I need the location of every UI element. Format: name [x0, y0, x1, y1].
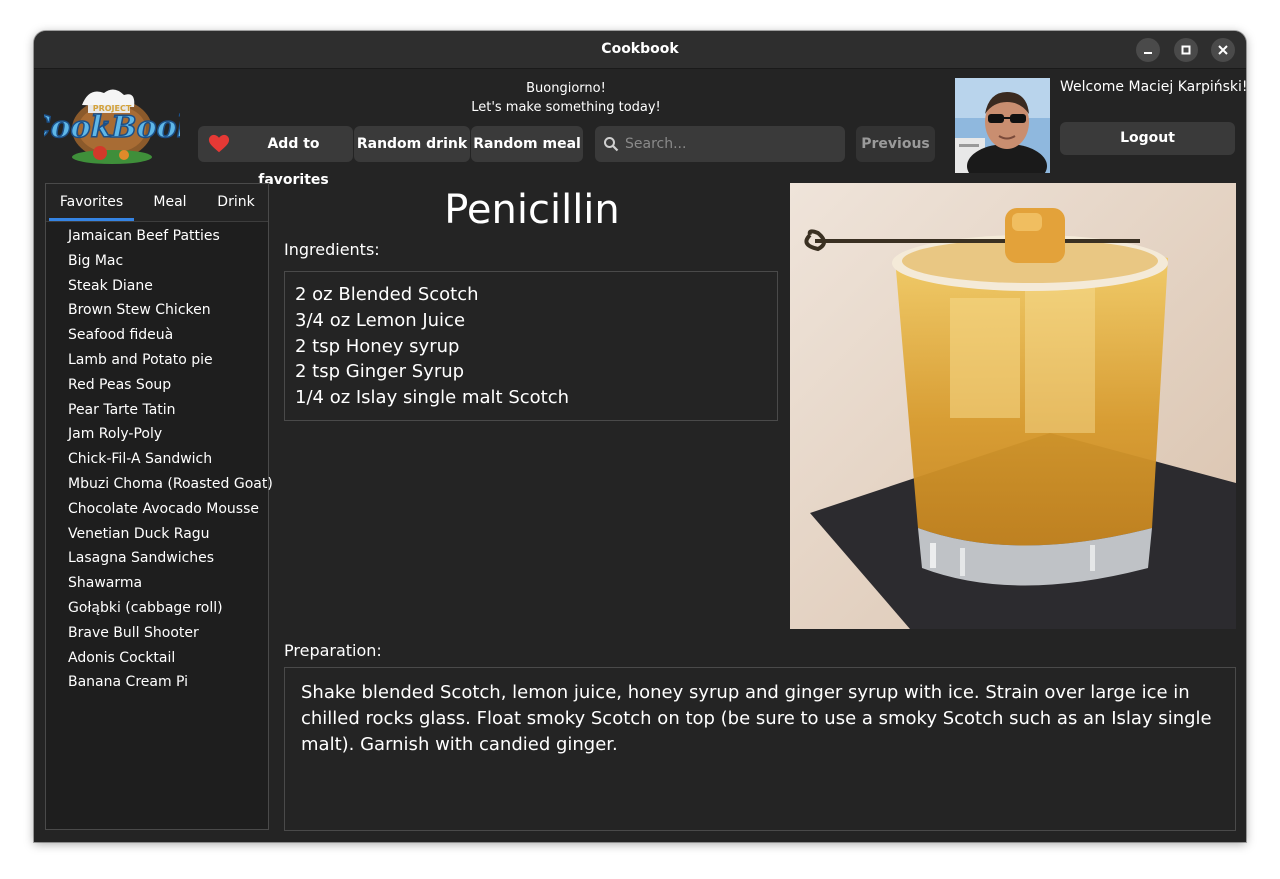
list-item[interactable]: Big Mac: [68, 249, 266, 274]
tab-favorites[interactable]: Favorites: [49, 184, 134, 221]
title-bar: Cookbook: [34, 31, 1246, 69]
greeting-text: Buongiorno!: [526, 81, 606, 96]
maximize-icon[interactable]: [1174, 38, 1198, 62]
list-item[interactable]: Chick-Fil-A Sandwich: [68, 447, 266, 472]
favorites-list: Jamaican Beef Patties Big Mac Steak Dian…: [68, 224, 273, 695]
sidebar-tabs: Favorites Meal Drink: [46, 184, 268, 222]
list-item[interactable]: Jam Roly-Poly: [68, 422, 266, 447]
add-to-favorites-button[interactable]: Add to favorites: [198, 126, 353, 188]
list-item[interactable]: Shawarma: [68, 571, 266, 596]
list-item[interactable]: Gołąbki (cabbage roll): [68, 596, 266, 621]
ingredient-line: 2 tsp Ginger Syrup: [295, 361, 465, 383]
random-drink-button[interactable]: Random drink: [354, 126, 470, 162]
ingredient-line: 2 oz Blended Scotch: [295, 284, 479, 305]
list-item[interactable]: Seafood fideuà: [68, 323, 266, 348]
sidebar: Favorites Meal Drink Jamaican Beef Patti…: [45, 183, 273, 830]
search-input[interactable]: [625, 126, 835, 162]
search-box[interactable]: [595, 126, 845, 162]
window-title: Cookbook: [601, 41, 679, 57]
subgreeting-text: Let's make something today!: [471, 100, 661, 115]
list-item[interactable]: Steak Diane: [68, 274, 266, 299]
ingredients-label: Ingredients:: [284, 240, 380, 259]
ingredients-box: 2 oz Blended Scotch 3/4 oz Lemon Juice 2…: [284, 271, 778, 421]
list-item[interactable]: Chocolate Avocado Mousse: [68, 497, 266, 522]
list-item[interactable]: Jamaican Beef Patties: [68, 224, 266, 249]
user-avatar: [955, 78, 1050, 173]
cookbook-logo: PROJECT CookBook: [34, 85, 198, 165]
list-item[interactable]: Brave Bull Shooter: [68, 621, 266, 646]
search-icon: [604, 137, 619, 152]
logo-cookbook-text: CookBook: [44, 110, 180, 145]
preparation-label: Preparation:: [284, 641, 382, 660]
list-item[interactable]: Adonis Cocktail: [68, 646, 266, 671]
previous-button[interactable]: Previous: [856, 126, 935, 162]
preparation-text: Shake blended Scotch, lemon juice, honey…: [284, 667, 1236, 831]
close-icon[interactable]: [1211, 38, 1235, 62]
welcome-text: Welcome Maciej Karpiński!: [1060, 79, 1246, 95]
list-item[interactable]: Lasagna Sandwiches: [68, 546, 266, 571]
minimize-icon[interactable]: [1136, 38, 1160, 62]
heart-icon: [208, 134, 230, 153]
list-item[interactable]: Brown Stew Chicken: [68, 298, 266, 323]
drink-title: Penicillin: [444, 187, 620, 233]
tab-drink[interactable]: Drink: [209, 184, 263, 221]
list-item[interactable]: Lamb and Potato pie: [68, 348, 266, 373]
ingredient-line: 3/4 oz Lemon Juice: [295, 309, 466, 331]
list-item[interactable]: Red Peas Soup: [68, 373, 266, 398]
list-item[interactable]: Venetian Duck Ragu: [68, 522, 266, 547]
app-window: Cookbook PROJECT CookBook Buongiorno! Le…: [34, 31, 1246, 842]
drink-photo: [790, 183, 1236, 629]
list-item[interactable]: Mbuzi Choma (Roasted Goat): [68, 472, 273, 497]
list-item[interactable]: Banana Cream Pi: [68, 670, 266, 695]
random-meal-button[interactable]: Random meal: [471, 126, 583, 162]
list-item[interactable]: Pear Tarte Tatin: [68, 398, 266, 423]
logout-button[interactable]: Logout: [1060, 122, 1235, 155]
ingredient-line: 2 tsp Honey syrup: [295, 335, 460, 357]
ingredient-line: 1/4 oz Islay single malt Scotch: [295, 387, 570, 409]
tab-meal[interactable]: Meal: [140, 184, 200, 221]
greeting-block: Buongiorno! Let's make something today!: [454, 79, 678, 117]
